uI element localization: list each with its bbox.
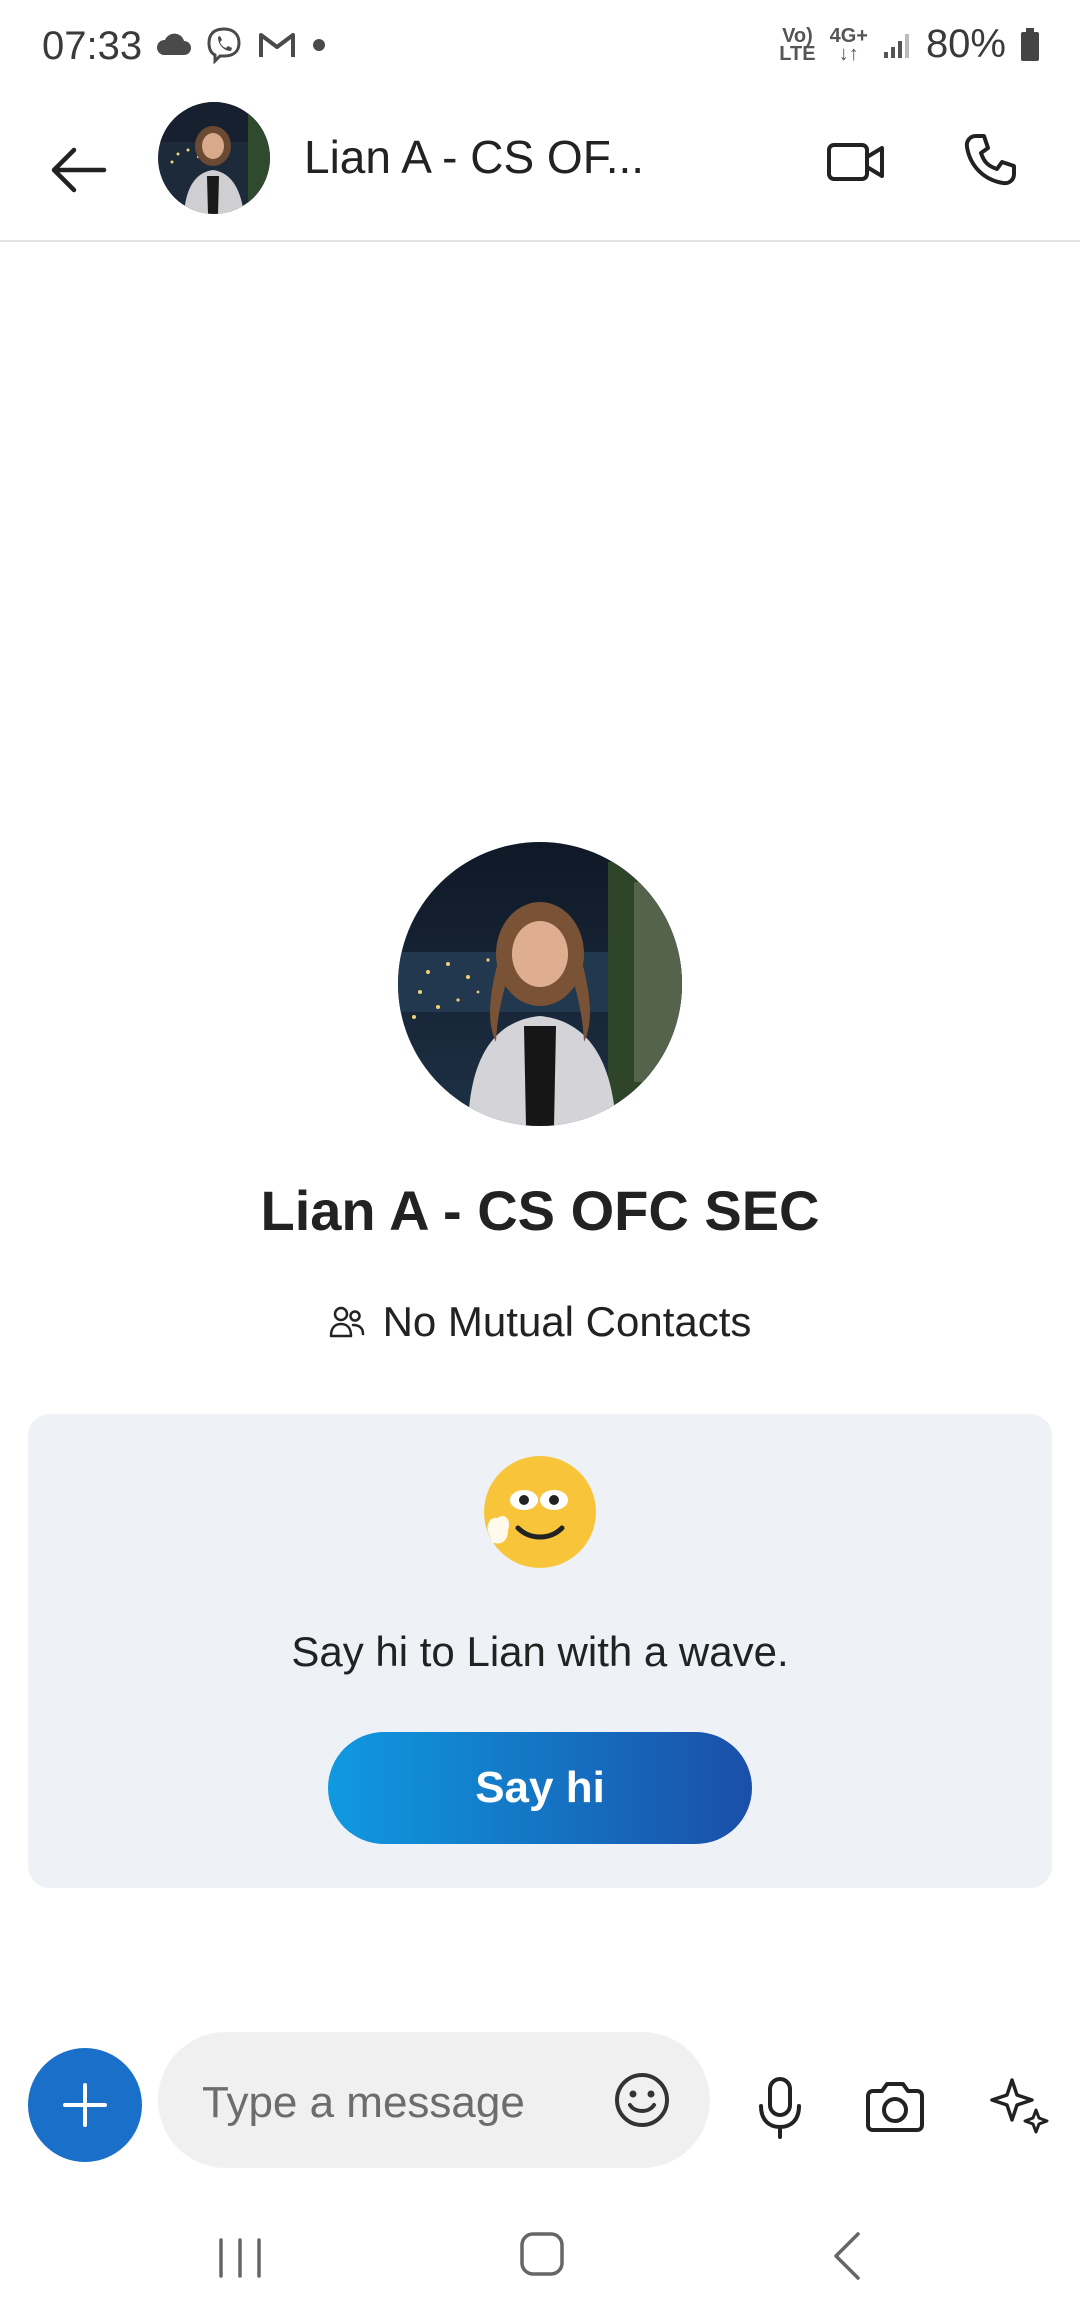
message-placeholder: Type a message	[202, 2078, 525, 2127]
emoji-icon	[615, 2073, 669, 2127]
gmail-icon	[259, 33, 295, 57]
phone-call-icon	[964, 134, 1016, 186]
microphone-icon	[759, 2077, 801, 2139]
system-back-button[interactable]	[818, 2224, 874, 2288]
profile-avatar[interactable]	[398, 842, 682, 1126]
network-4g-indicator: 4G+ ↓↑	[829, 24, 868, 65]
emoji-button[interactable]	[610, 2068, 674, 2132]
voice-message-button[interactable]	[748, 2070, 812, 2146]
back-button[interactable]	[40, 132, 116, 208]
camera-icon	[866, 2082, 924, 2132]
people-icon	[329, 1306, 364, 1338]
wave-emoji-icon	[484, 1456, 596, 1568]
viber-icon	[207, 27, 241, 64]
greeting-card: Say hi to Lian with a wave. Say hi	[28, 1414, 1052, 1888]
mutual-contacts: No Mutual Contacts	[0, 1298, 1080, 1346]
video-call-icon	[827, 143, 884, 181]
dot-icon	[313, 39, 325, 51]
mutual-contacts-text: No Mutual Contacts	[382, 1298, 752, 1345]
add-attachment-button[interactable]	[28, 2048, 142, 2162]
recent-apps-button[interactable]	[208, 2228, 272, 2288]
sparkle-icon	[990, 2078, 1049, 2134]
cloud-icon	[156, 33, 191, 55]
status-right: Vo) LTE 4G+ ↓↑ 80%	[779, 22, 1040, 67]
status-time: 07:33	[42, 24, 143, 68]
avatar-photo	[158, 102, 270, 214]
home-button[interactable]	[514, 2226, 570, 2282]
camera-button[interactable]	[860, 2072, 930, 2142]
voice-call-button[interactable]	[952, 122, 1028, 198]
home-icon	[520, 2232, 564, 2276]
plus-icon	[63, 2083, 107, 2127]
back-arrow-icon	[51, 147, 107, 193]
contact-name-header[interactable]: Lian A - CS OF...	[304, 130, 644, 184]
signal-icon	[883, 33, 909, 58]
recent-apps-icon	[219, 2238, 261, 2278]
battery-percent: 80%	[925, 22, 1006, 66]
say-hi-button[interactable]: Say hi	[328, 1732, 752, 1844]
ai-sparkle-button[interactable]	[984, 2068, 1056, 2140]
notification-icons	[155, 26, 327, 64]
profile-photo	[398, 842, 682, 1126]
battery-icon	[1021, 27, 1039, 61]
system-nav-bar	[0, 2200, 1080, 2316]
video-call-button[interactable]	[820, 126, 892, 198]
system-back-icon	[834, 2232, 860, 2280]
chat-header: Lian A - CS OF...	[0, 96, 1080, 242]
volte-indicator: Vo) LTE	[779, 24, 816, 65]
message-input[interactable]: Type a message	[158, 2032, 710, 2168]
contact-avatar[interactable]	[158, 102, 270, 214]
profile-name: Lian A - CS OFC SEC	[260, 1179, 820, 1242]
greeting-text: Say hi to Lian with a wave.	[291, 1628, 789, 1675]
status-bar: 07:33 Vo) LTE 4G+ ↓↑ 80%	[0, 0, 1080, 96]
